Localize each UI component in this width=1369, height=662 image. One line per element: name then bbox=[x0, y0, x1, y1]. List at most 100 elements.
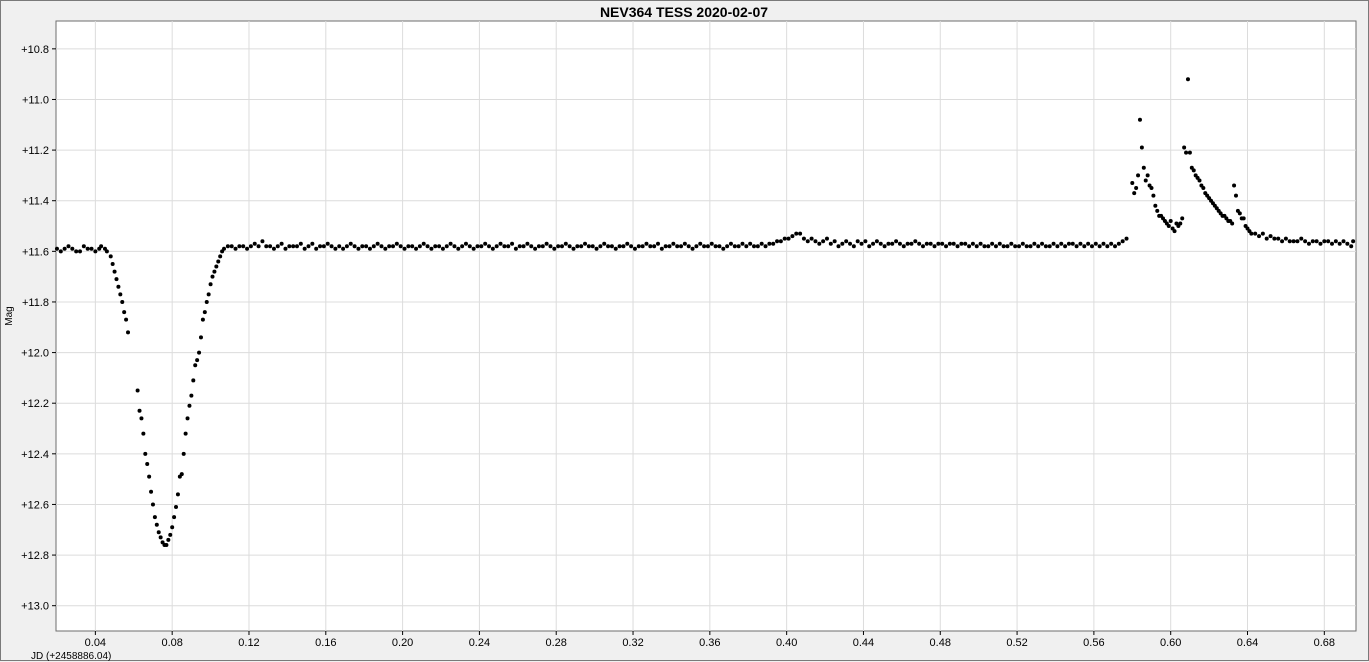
data-point bbox=[314, 246, 319, 251]
data-point bbox=[191, 378, 196, 383]
data-point bbox=[85, 246, 90, 251]
data-point bbox=[1268, 234, 1273, 239]
data-point bbox=[1063, 244, 1068, 249]
data-point bbox=[120, 299, 125, 304]
data-point bbox=[690, 246, 695, 251]
x-tick-label: 0.20 bbox=[392, 637, 413, 649]
data-point bbox=[124, 317, 129, 322]
data-point bbox=[613, 246, 618, 251]
data-point bbox=[114, 277, 119, 282]
data-point bbox=[135, 388, 140, 393]
data-point bbox=[1082, 244, 1087, 249]
data-point bbox=[147, 474, 152, 479]
data-point bbox=[786, 236, 791, 241]
data-point bbox=[725, 244, 730, 249]
data-point bbox=[671, 241, 676, 246]
data-point bbox=[928, 241, 933, 246]
data-point bbox=[1197, 178, 1202, 183]
data-point bbox=[494, 244, 499, 249]
data-point bbox=[170, 525, 175, 530]
data-point bbox=[1257, 234, 1262, 239]
data-point bbox=[970, 241, 975, 246]
data-point bbox=[1074, 244, 1079, 249]
data-point bbox=[1178, 221, 1183, 226]
data-point bbox=[1155, 208, 1160, 213]
x-tick-label: 0.40 bbox=[776, 637, 797, 649]
data-point bbox=[183, 431, 188, 436]
data-point bbox=[1191, 168, 1196, 173]
x-tick-label: 0.44 bbox=[853, 637, 874, 649]
data-point bbox=[1283, 236, 1288, 241]
data-point bbox=[744, 244, 749, 249]
data-point bbox=[625, 241, 630, 246]
data-point bbox=[617, 244, 622, 249]
data-point bbox=[1097, 244, 1102, 249]
data-point bbox=[318, 244, 323, 249]
data-point bbox=[137, 408, 142, 413]
data-point bbox=[352, 244, 357, 249]
data-point bbox=[471, 246, 476, 251]
data-point bbox=[440, 246, 445, 251]
data-point bbox=[544, 241, 549, 246]
data-point bbox=[487, 244, 492, 249]
data-point bbox=[636, 244, 641, 249]
data-point bbox=[252, 241, 257, 246]
data-point bbox=[1024, 244, 1029, 249]
x-tick-label: 0.08 bbox=[161, 637, 182, 649]
data-point bbox=[974, 244, 979, 249]
data-point bbox=[62, 246, 67, 251]
data-point bbox=[1185, 77, 1190, 82]
data-point bbox=[502, 244, 507, 249]
data-point bbox=[112, 269, 117, 274]
data-point bbox=[1141, 165, 1146, 170]
data-point bbox=[1232, 183, 1237, 188]
data-point bbox=[1349, 244, 1354, 249]
data-point bbox=[682, 241, 687, 246]
data-point bbox=[1130, 180, 1135, 185]
data-point bbox=[425, 244, 430, 249]
data-point bbox=[713, 244, 718, 249]
data-point bbox=[871, 241, 876, 246]
data-point bbox=[264, 244, 269, 249]
chart-svg: 0.04 0.08 0.12 0.16 0.20 0.24 0.28 0.32 0.36 0.40… bbox=[4, 4, 1357, 662]
data-point bbox=[917, 241, 922, 246]
data-point bbox=[886, 241, 891, 246]
data-point bbox=[321, 244, 326, 249]
data-point bbox=[1105, 244, 1110, 249]
data-point bbox=[663, 244, 668, 249]
data-point bbox=[679, 244, 684, 249]
data-point bbox=[149, 489, 154, 494]
data-point bbox=[947, 241, 952, 246]
data-point bbox=[237, 244, 242, 249]
data-point bbox=[291, 244, 296, 249]
data-point bbox=[371, 244, 376, 249]
data-point bbox=[940, 241, 945, 246]
data-point bbox=[920, 244, 925, 249]
data-point bbox=[216, 259, 221, 264]
data-point bbox=[536, 244, 541, 249]
data-point bbox=[924, 241, 929, 246]
data-point bbox=[721, 246, 726, 251]
data-point bbox=[932, 244, 937, 249]
data-point bbox=[732, 244, 737, 249]
data-point bbox=[913, 239, 918, 244]
data-point bbox=[986, 244, 991, 249]
data-point bbox=[402, 246, 407, 251]
data-point bbox=[1230, 221, 1235, 226]
data-point bbox=[410, 244, 415, 249]
data-point bbox=[1291, 239, 1296, 244]
data-point bbox=[197, 350, 202, 355]
data-point bbox=[174, 504, 179, 509]
data-point bbox=[513, 246, 518, 251]
data-point bbox=[1051, 241, 1056, 246]
data-point bbox=[748, 241, 753, 246]
data-point bbox=[1120, 239, 1125, 244]
data-point bbox=[1182, 145, 1187, 150]
data-point bbox=[1013, 244, 1018, 249]
data-point bbox=[298, 241, 303, 246]
data-point bbox=[752, 244, 757, 249]
data-point bbox=[81, 244, 86, 249]
data-point bbox=[214, 264, 219, 269]
data-point bbox=[1299, 236, 1304, 241]
data-point bbox=[848, 241, 853, 246]
